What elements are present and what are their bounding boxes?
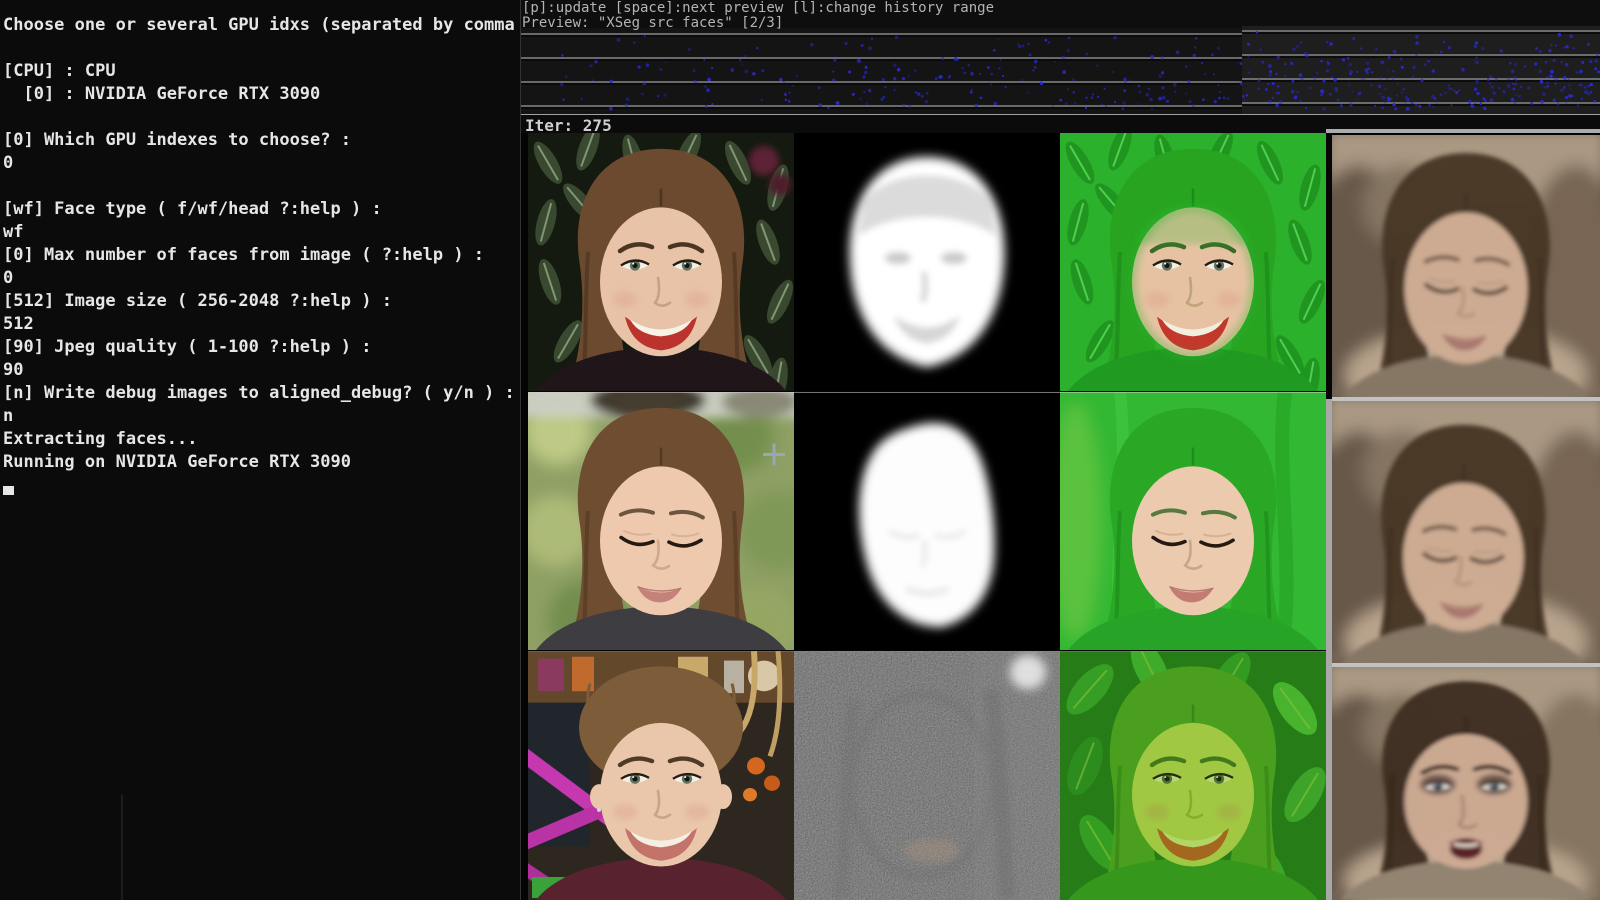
secondary-window-row-gap: [1332, 397, 1600, 401]
xseg-overlay-r3: [1060, 651, 1326, 900]
terminal-line-5: [0] Which GPU indexes to choose? :: [3, 129, 520, 152]
terminal-line-2: [CPU] : CPU: [3, 60, 520, 83]
secondary-window-row-gap: [1332, 663, 1600, 667]
terminal-line-7: [3, 175, 520, 198]
terminal-line-13: 512: [3, 313, 520, 336]
terminal-line-10: [0] Max number of faces from image ( ?:h…: [3, 244, 520, 267]
predicted-face-r1: [1332, 135, 1600, 397]
src-face-r1: [528, 133, 794, 391]
grid-row-separator: [528, 651, 1326, 652]
terminal-divider-line: [121, 795, 123, 900]
terminal-line-6: 0: [3, 152, 520, 175]
xseg-overlay-r1: [1060, 133, 1326, 391]
src-face-r3: [528, 651, 794, 900]
terminal-line-16: [n] Write debug images to aligned_debug?…: [3, 382, 520, 405]
terminal-line-19: Running on NVIDIA GeForce RTX 3090: [3, 451, 520, 474]
terminal-line-11: 0: [3, 267, 520, 290]
terminal-cursor: [3, 486, 14, 495]
terminal-window[interactable]: Choose one or several GPU idxs (separate…: [0, 0, 520, 900]
terminal-line-8: [wf] Face type ( f/wf/head ?:help ) :: [3, 198, 520, 221]
screen: Choose one or several GPU idxs (separate…: [0, 0, 1600, 900]
predicted-face-r2: [1332, 401, 1600, 663]
terminal-line-9: wf: [3, 221, 520, 244]
terminal-line-15: 90: [3, 359, 520, 382]
xseg-mask-r2: [794, 392, 1060, 650]
preview-title: Preview: "XSeg src faces" [2/3]: [522, 16, 783, 31]
terminal-line-3: [0] : NVIDIA GeForce RTX 3090: [3, 83, 520, 106]
preview-grid: [520, 133, 1600, 900]
terminal-line-14: [90] Jpeg quality ( 1-100 ?:help ) :: [3, 336, 520, 359]
terminal-output: Choose one or several GPU idxs (separate…: [3, 14, 520, 474]
terminal-line-0: Choose one or several GPU idxs (separate…: [3, 14, 520, 37]
src-face-r2: [528, 392, 794, 650]
terminal-line-17: n: [3, 405, 520, 428]
preview-help-line: [p]:update [space]:next preview [l]:chan…: [522, 1, 994, 16]
xseg-overlay-r2: [1060, 392, 1326, 650]
terminal-line-12: [512] Image size ( 256-2048 ?:help ) :: [3, 290, 520, 313]
window-edge: [520, 0, 521, 900]
predicted-face-r3: [1332, 667, 1600, 900]
preview-window[interactable]: [p]:update [space]:next preview [l]:chan…: [520, 0, 1600, 900]
terminal-line-1: [3, 37, 520, 60]
terminal-line-18: Extracting faces...: [3, 428, 520, 451]
xseg-debug-r3: [794, 651, 1060, 900]
xseg-mask-r1: [794, 133, 1060, 391]
grid-row-separator: [528, 392, 1326, 393]
secondary-window-top-edge: [1326, 129, 1600, 133]
terminal-line-4: [3, 106, 520, 129]
